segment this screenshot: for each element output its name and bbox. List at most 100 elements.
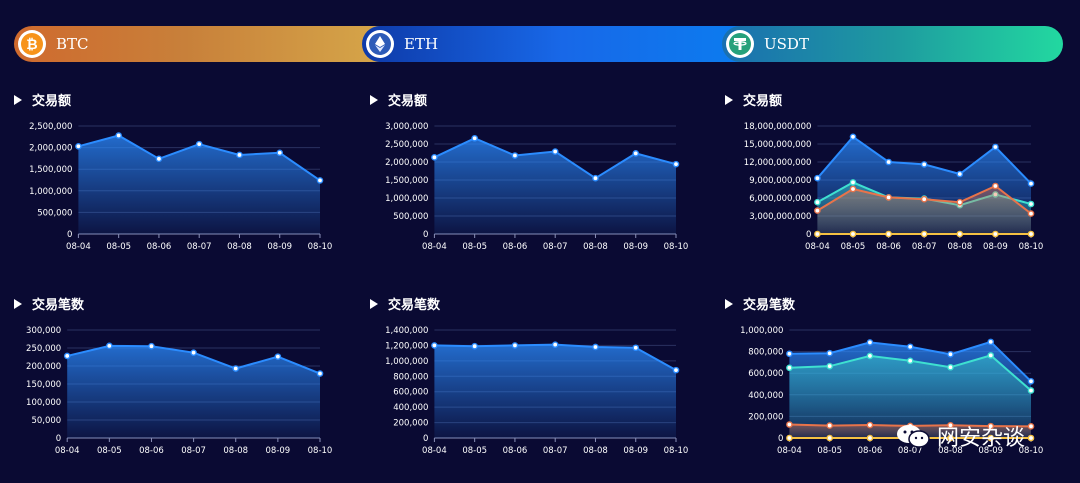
y-tick-label: 2,000,000: [385, 158, 428, 168]
data-point: [274, 353, 282, 360]
y-tick-label: 1,000,000: [740, 326, 783, 336]
data-point: [992, 182, 999, 190]
bitcoin-icon: ₿: [18, 30, 46, 58]
data-point: [232, 365, 240, 372]
data-point: [826, 434, 833, 442]
panel-title: 交易额: [388, 94, 428, 109]
data-point: [471, 134, 478, 142]
x-tick-label: 08-10: [1019, 242, 1044, 252]
data-point: [786, 364, 793, 372]
data-point: [906, 343, 914, 351]
x-tick-label: 08-04: [422, 446, 447, 456]
y-tick-label: 9,000,000,000: [749, 176, 811, 186]
data-point: [155, 155, 163, 163]
x-tick-label: 08-04: [805, 242, 830, 252]
data-point: [885, 158, 892, 166]
y-tick-label: 600,000: [748, 369, 783, 379]
data-point: [920, 161, 928, 168]
data-point: [471, 342, 478, 350]
data-point: [920, 230, 928, 238]
triangle-icon: [14, 298, 22, 309]
y-tick-label: 200,000: [26, 362, 61, 372]
y-tick-label: 400,000: [748, 391, 783, 401]
svg-text:₿: ₿: [26, 37, 37, 53]
data-point: [956, 198, 964, 206]
data-point: [63, 352, 71, 360]
x-tick-label: 08-07: [543, 446, 568, 456]
data-point: [786, 421, 793, 428]
y-tick-label: 0: [423, 434, 428, 444]
data-point: [987, 338, 995, 346]
x-tick-label: 08-09: [267, 242, 292, 252]
x-tick-label: 08-08: [583, 446, 608, 456]
y-tick-label: 250,000: [26, 344, 61, 354]
eth-volume-panel: 交易额 0 500,000 1,000,000 1,500,000 2,000,000 2…: [370, 90, 710, 270]
y-tick-label: 2,000,000: [29, 144, 72, 154]
btc-count-panel: 交易笔数 0 50,000 100,000 150,000 200,000 250,000…: [14, 294, 354, 474]
panel-title: 交易笔数: [743, 298, 796, 313]
x-tick-label: 08-06: [147, 242, 172, 252]
y-tick-label: 1,000,000: [385, 357, 428, 367]
y-tick-label: 18,000,000,000: [744, 122, 812, 132]
triangle-icon: [370, 94, 378, 105]
data-point: [920, 195, 928, 203]
data-point: [511, 152, 519, 159]
tether-icon: [726, 30, 754, 58]
y-tick-label: 2,500,000: [385, 140, 428, 150]
data-point: [814, 174, 821, 182]
data-point: [1027, 200, 1035, 208]
y-tick-label: 1,000,000: [29, 187, 72, 197]
x-tick-label: 08-05: [817, 446, 842, 456]
x-tick-label: 08-07: [543, 242, 568, 252]
triangle-icon: [725, 298, 733, 309]
panel-title: 交易笔数: [32, 298, 85, 313]
x-tick-label: 08-05: [841, 242, 866, 252]
panel-title: 交易笔数: [388, 298, 441, 313]
x-tick-label: 08-08: [223, 446, 248, 456]
y-tick-label: 0: [778, 434, 783, 444]
watermark-text: 网安杂谈: [937, 426, 1026, 451]
data-point: [987, 352, 995, 359]
data-point: [1027, 423, 1035, 430]
y-tick-label: 1,500,000: [29, 165, 72, 175]
data-point: [511, 342, 519, 349]
y-tick-label: 15,000,000,000: [744, 140, 812, 150]
data-point: [814, 207, 821, 214]
x-tick-label: 08-05: [462, 242, 487, 252]
data-point: [826, 362, 833, 370]
data-point: [148, 342, 155, 350]
wechat-icon: [897, 425, 930, 448]
x-tick-label: 08-06: [503, 446, 528, 456]
eth-count-panel: 交易笔数 0 200,000 400,000 600,000 800,000 1,000,…: [370, 294, 710, 474]
y-tick-label: 12,000,000,000: [744, 158, 812, 168]
data-point: [992, 143, 999, 151]
tab-usdt[interactable]: USDT: [722, 26, 1063, 62]
tab-eth-label: ETH: [404, 35, 439, 53]
data-point: [885, 194, 892, 201]
usdt-volume-chart: 0 3,000,000,000 6,000,000,000 9,000,000,000…: [744, 122, 1044, 252]
data-point: [1027, 434, 1035, 442]
tab-btc[interactable]: ₿ BTC: [14, 26, 394, 62]
data-point: [592, 174, 599, 182]
y-tick-label: 500,000: [37, 208, 72, 218]
x-tick-label: 08-07: [912, 242, 937, 252]
data-point: [276, 149, 284, 157]
btc-count-chart: 0 50,000 100,000 150,000 200,000 250,000 300,0…: [26, 326, 332, 456]
triangle-icon: [725, 94, 733, 105]
y-tick-label: 1,000,000: [385, 194, 428, 204]
data-point: [849, 179, 857, 186]
y-tick-label: 0: [423, 230, 428, 240]
data-point: [786, 434, 793, 442]
x-tick-label: 08-06: [503, 242, 528, 252]
tab-eth[interactable]: ETH: [362, 26, 762, 62]
data-point: [106, 342, 113, 350]
panel-title: 交易额: [32, 94, 72, 109]
panel-title: 交易额: [743, 94, 783, 109]
y-tick-label: 600,000: [393, 388, 428, 398]
data-point: [866, 339, 874, 346]
x-tick-label: 08-05: [97, 446, 122, 456]
data-point: [195, 140, 203, 148]
y-tick-label: 800,000: [748, 348, 783, 358]
data-point: [551, 148, 559, 155]
x-tick-label: 08-09: [623, 446, 648, 456]
